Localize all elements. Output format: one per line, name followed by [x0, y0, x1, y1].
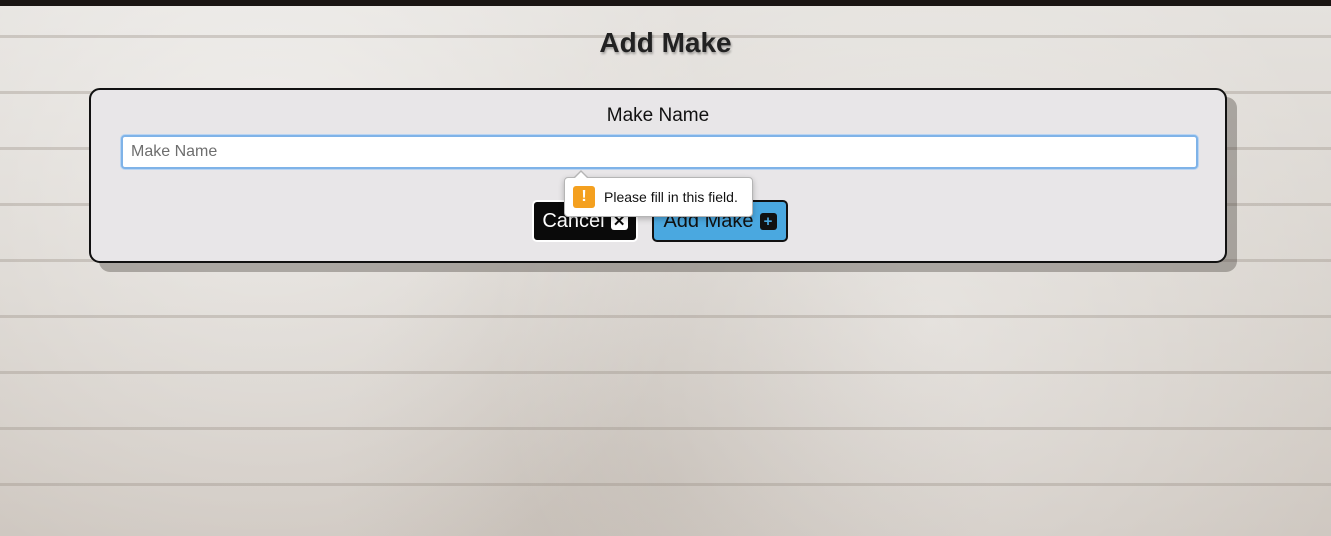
- make-name-label: Make Name: [606, 105, 710, 126]
- validation-tooltip: ! Please fill in this field.: [564, 170, 753, 217]
- warning-icon: !: [573, 186, 595, 208]
- validation-message: Please fill in this field.: [604, 189, 738, 205]
- add-make-form: Make Name Cancel ✕ Add Make +: [89, 88, 1227, 263]
- top-strip: [0, 0, 1331, 6]
- page-title: Add Make: [599, 27, 732, 58]
- make-name-input[interactable]: [121, 135, 1198, 169]
- plus-square-icon: +: [759, 212, 777, 230]
